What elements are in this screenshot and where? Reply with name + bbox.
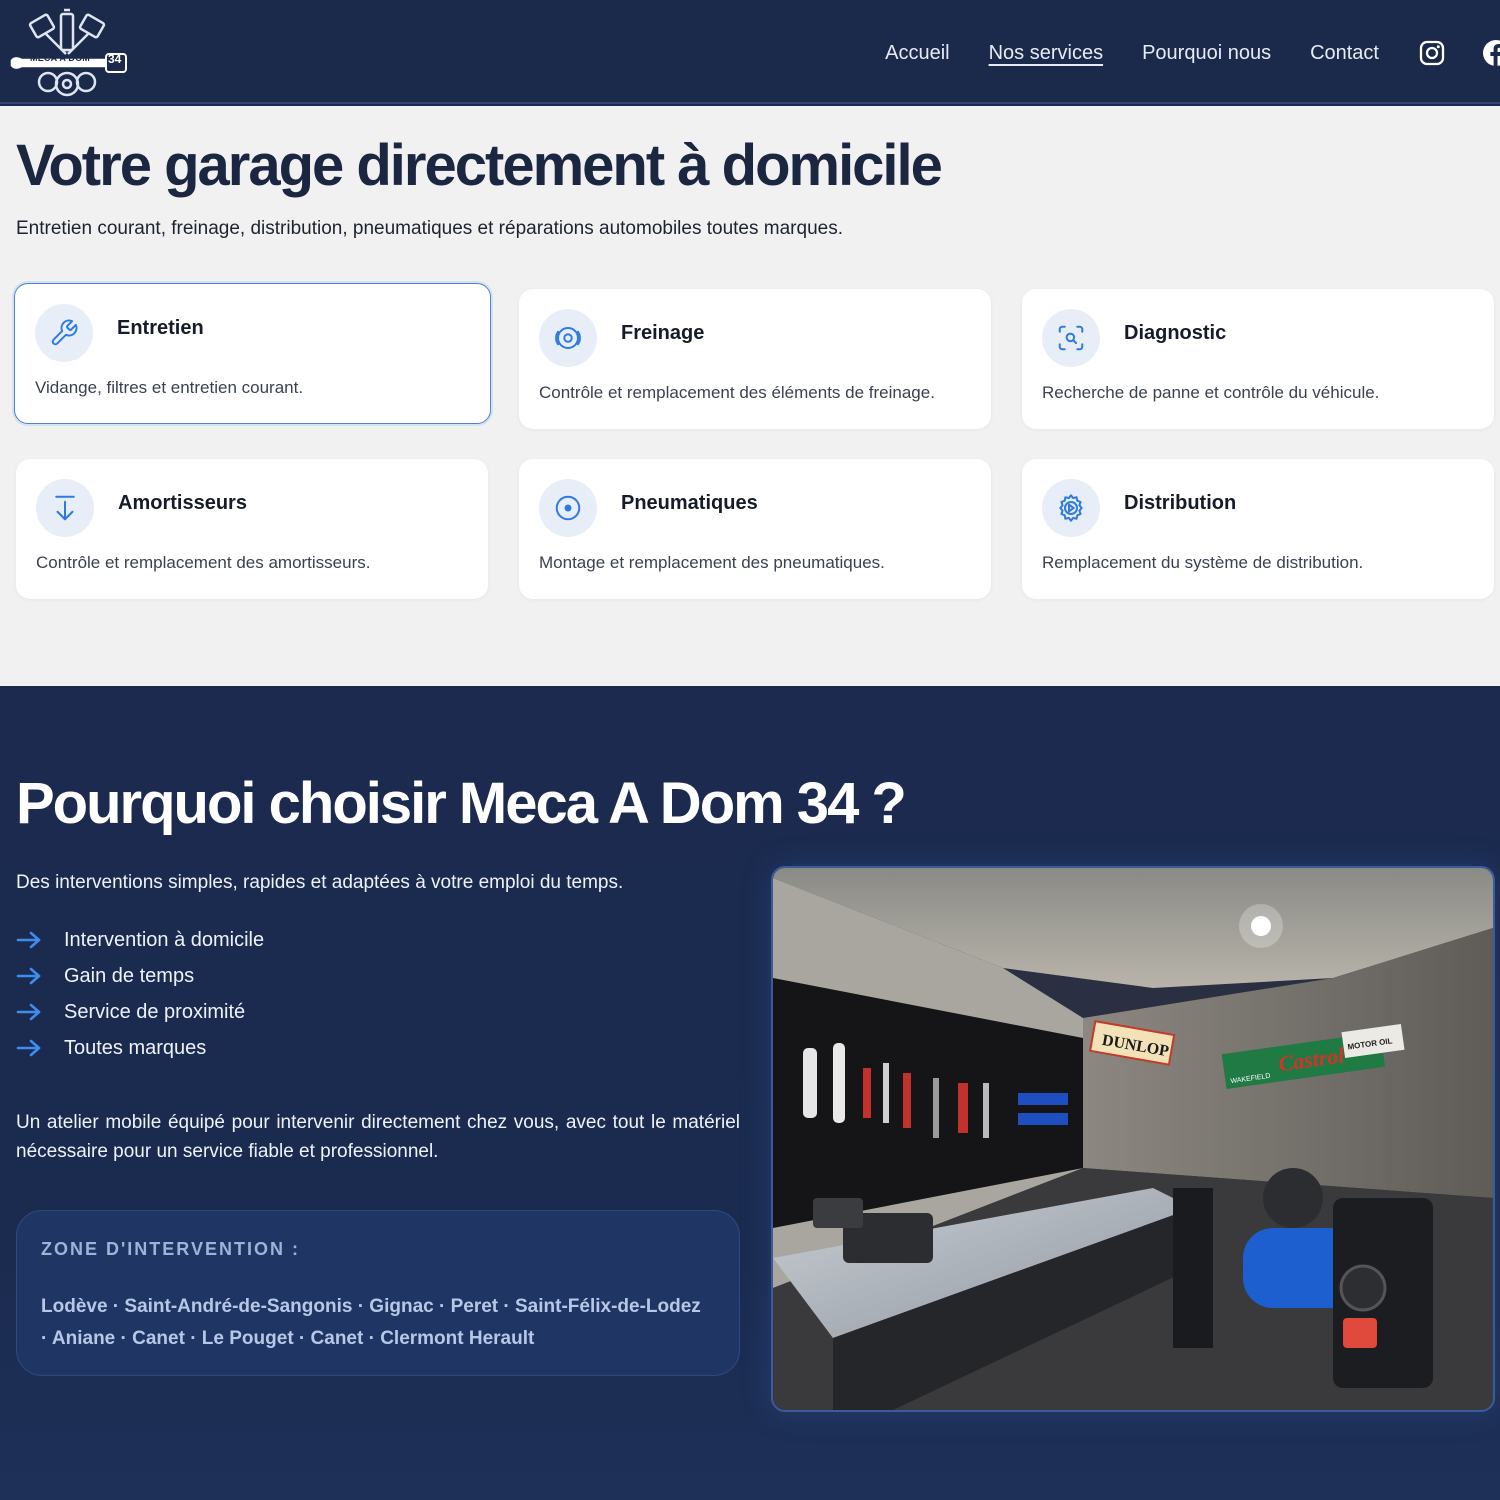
list-item-label: Intervention à domicile: [64, 928, 265, 951]
intervention-zone-box: ZONE D'INTERVENTION : Lodève · Saint-And…: [16, 1210, 740, 1376]
list-item: Service de proximité: [16, 994, 264, 1030]
logo[interactable]: MECA A DOM 34: [6, 8, 128, 98]
service-card-title: Entretien: [117, 317, 204, 339]
service-card-desc: Contrôle et remplacement des éléments de…: [539, 383, 935, 402]
list-item: Gain de temps: [16, 958, 264, 994]
arrow-right-icon: [16, 928, 44, 952]
gear-icon: [1042, 479, 1100, 537]
page-subtitle: Entretien courant, freinage, distributio…: [16, 218, 843, 239]
benefits-list: Intervention à domicile Gain de temps Se…: [16, 922, 264, 1066]
why-paragraph: Un atelier mobile équipé pour intervenir…: [16, 1112, 740, 1162]
nav-pourquoi-nous[interactable]: Pourquoi nous: [1142, 38, 1271, 68]
service-card-pneumatiques[interactable]: Pneumatiques Montage et remplacement des…: [519, 459, 991, 599]
instagram-icon[interactable]: [1418, 39, 1446, 67]
workshop-photo: DUNLOP Castrol WAKEFIELD MOTOR OIL: [771, 866, 1495, 1412]
service-card-desc: Contrôle et remplacement des amortisseur…: [36, 553, 371, 572]
nav-nos-services[interactable]: Nos services: [989, 38, 1103, 68]
why-title: Pourquoi choisir Meca A Dom 34 ?: [16, 771, 907, 836]
why-subtitle: Des interventions simples, rapides et ad…: [16, 872, 624, 893]
service-card-diagnostic[interactable]: Diagnostic Recherche de panne et contrôl…: [1022, 289, 1494, 429]
list-item-label: Service de proximité: [64, 1000, 246, 1023]
zone-title: ZONE D'INTERVENTION :: [41, 1239, 300, 1259]
service-card-freinage[interactable]: Freinage Contrôle et remplacement des él…: [519, 289, 991, 429]
zone-list: Lodève · Saint-André-de-Sangonis · Gigna…: [41, 1296, 701, 1349]
arrow-right-icon: [16, 964, 44, 988]
service-card-amortisseurs[interactable]: Amortisseurs Contrôle et remplacement de…: [16, 459, 488, 599]
nav-accueil[interactable]: Accueil: [885, 38, 949, 68]
service-card-title: Amortisseurs: [118, 492, 247, 514]
logo-text: MECA A DOM: [30, 53, 90, 63]
list-item-label: Toutes marques: [64, 1036, 207, 1059]
arrow-right-icon: [16, 1036, 44, 1060]
service-card-desc: Vidange, filtres et entretien courant.: [35, 378, 304, 397]
facebook-icon[interactable]: [1482, 39, 1500, 67]
service-card-title: Freinage: [621, 322, 705, 344]
service-card-desc: Montage et remplacement des pneumatiques…: [539, 553, 885, 572]
service-card-entretien[interactable]: Entretien Vidange, filtres et entretien …: [14, 283, 491, 424]
arrow-right-icon: [16, 1000, 44, 1024]
wrench-icon: [35, 304, 93, 362]
workshop-illustration: DUNLOP Castrol WAKEFIELD MOTOR OIL: [773, 868, 1493, 1410]
page-title: Votre garage directement à domicile: [16, 133, 943, 198]
diagnostic-scan-icon: [1042, 309, 1100, 367]
arrow-down-icon: [36, 479, 94, 537]
brake-disc-icon: [539, 309, 597, 367]
tire-icon: [539, 479, 597, 537]
list-item: Toutes marques: [16, 1030, 264, 1066]
service-card-distribution[interactable]: Distribution Remplacement du système de …: [1022, 459, 1494, 599]
service-card-title: Distribution: [1124, 492, 1237, 514]
why-section: Pourquoi choisir Meca A Dom 34 ? Des int…: [0, 686, 1500, 1500]
list-item-label: Gain de temps: [64, 964, 195, 987]
service-card-desc: Recherche de panne et contrôle du véhicu…: [1042, 383, 1380, 402]
service-card-desc: Remplacement du système de distribution.: [1042, 553, 1364, 572]
services-section: Votre garage directement à domicile Entr…: [0, 106, 1500, 686]
site-header: MECA A DOM 34 Accueil Nos services Pourq…: [0, 0, 1500, 104]
logo-number: 34: [108, 52, 122, 66]
main-nav: Accueil Nos services Pourquoi nous Conta…: [885, 38, 1500, 68]
service-card-title: Pneumatiques: [621, 492, 758, 514]
list-item: Intervention à domicile: [16, 922, 264, 958]
nav-contact[interactable]: Contact: [1310, 38, 1379, 68]
service-card-title: Diagnostic: [1124, 322, 1227, 344]
